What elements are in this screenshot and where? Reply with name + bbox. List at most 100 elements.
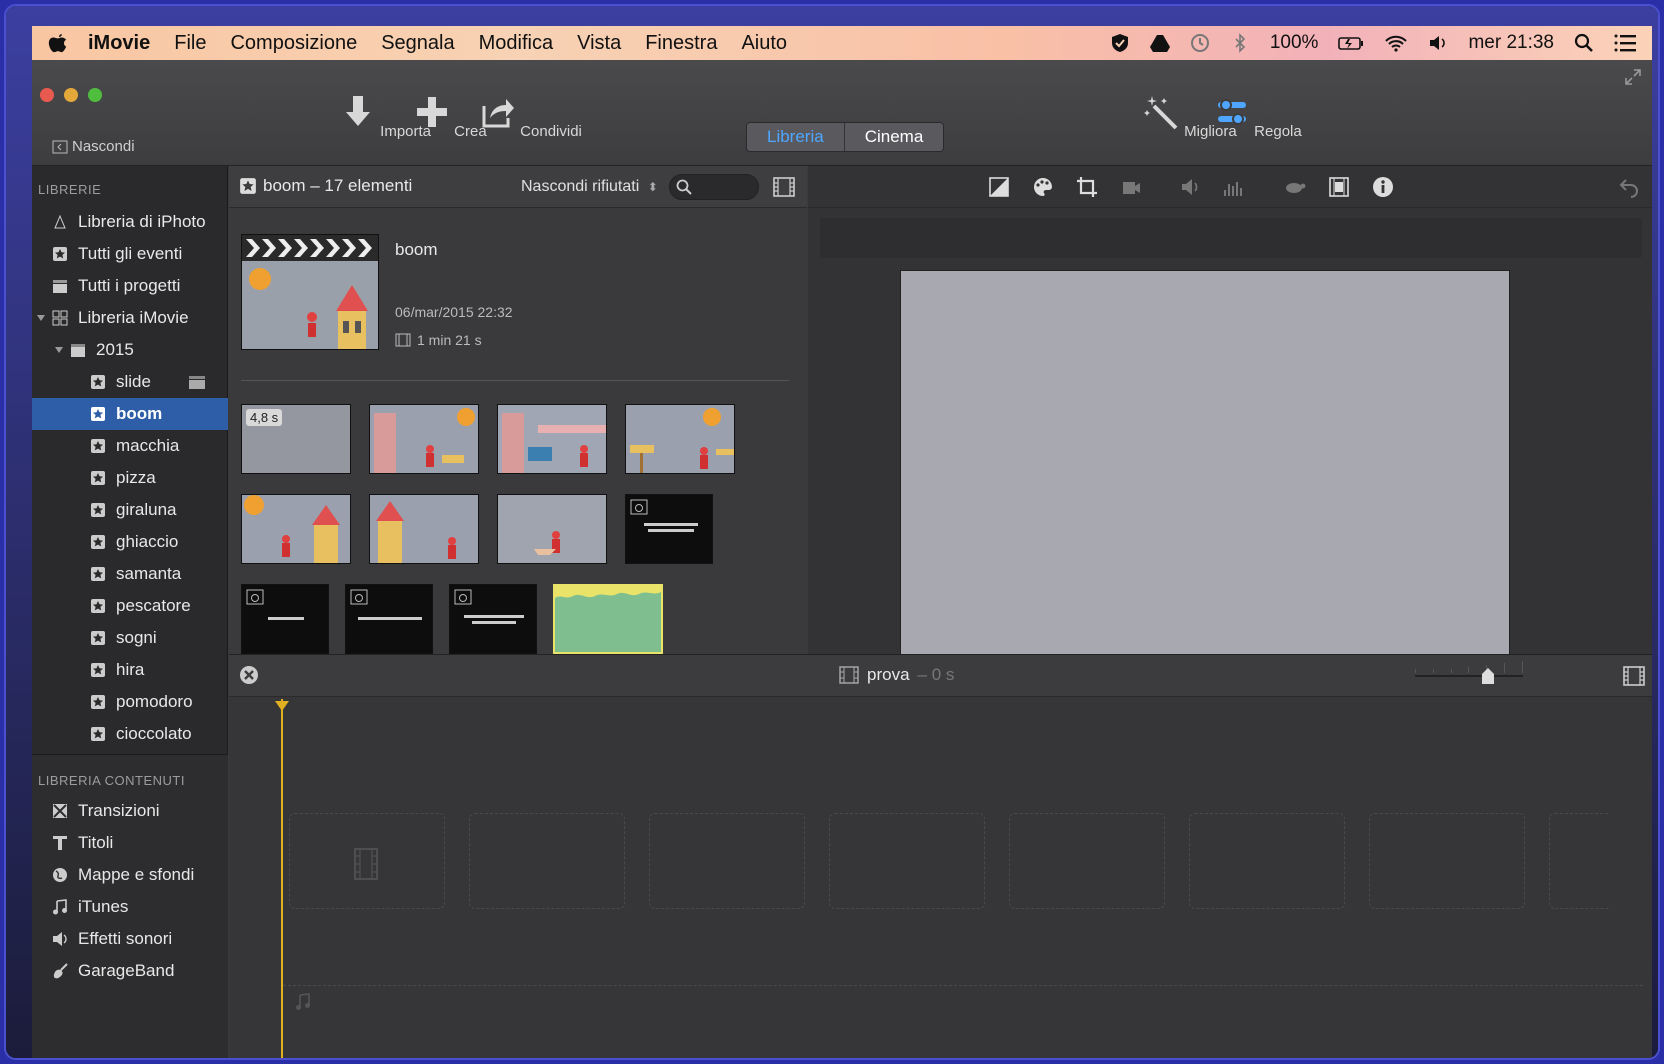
clip-thumbnail-selected[interactable]	[553, 584, 663, 654]
sidebar-item-slide[interactable]: slide	[32, 366, 228, 398]
caption-line	[644, 523, 698, 526]
zoom-slider-knob[interactable]	[1481, 667, 1495, 685]
volume-icon[interactable]	[1428, 33, 1448, 53]
menubar: iMovie File Composizione Segnala Modific…	[32, 26, 1652, 60]
sidebar-item-label: pomodoro	[116, 692, 193, 711]
clip-filter-icon[interactable]	[1328, 176, 1350, 198]
event-name: boom	[395, 240, 438, 259]
sidebar-item-macchia[interactable]: macchia	[32, 430, 228, 462]
sidebar-item-hira[interactable]: hira	[32, 654, 228, 686]
menu-finestra[interactable]: Finestra	[645, 32, 717, 55]
project-timeline: prova – 0 s	[229, 654, 1652, 1058]
timeline-appearance-icon[interactable]	[1623, 666, 1645, 686]
sidebar-item-imovie-library[interactable]: Libreria iMovie	[32, 302, 228, 334]
sidebar-item-maps[interactable]: Mappe e sfondi	[32, 859, 228, 891]
color-balance-icon[interactable]	[988, 176, 1010, 198]
plus-icon	[417, 97, 447, 127]
wifi-icon[interactable]	[1384, 33, 1408, 53]
notification-center-icon[interactable]	[1614, 33, 1636, 53]
disclosure-down-icon[interactable]	[36, 313, 46, 323]
sidebar-item-label: cioccolato	[116, 724, 192, 743]
close-window-button[interactable]	[40, 88, 54, 102]
minimize-window-button[interactable]	[64, 88, 78, 102]
film-strip-icon	[354, 848, 378, 880]
sidebar-item-samanta[interactable]: samanta	[32, 558, 228, 590]
sidebar-item-all-events[interactable]: Tutti gli eventi	[32, 238, 228, 270]
sidebar-item-label: Libreria di iPhoto	[78, 212, 206, 231]
fullscreen-icon[interactable]	[1624, 68, 1642, 86]
battery-percent: 100%	[1269, 32, 1319, 53]
photo-thumbnail[interactable]	[625, 494, 713, 564]
adjust-button[interactable]: Regola	[1214, 94, 1302, 140]
event-poster-thumbnail[interactable]	[241, 234, 379, 350]
menu-composizione[interactable]: Composizione	[230, 32, 357, 55]
playhead[interactable]	[281, 699, 283, 1058]
sidebar-item-all-projects[interactable]: Tutti i progetti	[32, 270, 228, 302]
menu-modifica[interactable]: Modifica	[479, 32, 553, 55]
sidebar-item-sound-effects[interactable]: Effetti sonori	[32, 923, 228, 955]
create-button[interactable]: Crea	[414, 94, 487, 140]
sidebar-item-ghiaccio[interactable]: ghiaccio	[32, 526, 228, 558]
menubar-clock[interactable]: mer 21:38	[1468, 32, 1554, 54]
info-icon[interactable]	[1372, 176, 1394, 198]
sidebar-item-pomodoro[interactable]: pomodoro	[32, 686, 228, 718]
camera-icon	[454, 589, 472, 605]
segment-library[interactable]: Libreria	[747, 123, 844, 151]
zoom-window-button[interactable]	[88, 88, 102, 102]
sidebar-item-2015[interactable]: 2015	[32, 334, 228, 366]
clip-thumbnail[interactable]	[497, 404, 607, 474]
clip-drawing	[244, 495, 340, 563]
menu-file[interactable]: File	[174, 32, 206, 55]
menu-aiuto[interactable]: Aiuto	[741, 32, 787, 55]
clip-thumbnail[interactable]	[241, 494, 351, 564]
clip-thumbnail[interactable]	[369, 494, 479, 564]
clip-appearance-icon[interactable]	[773, 177, 795, 197]
photo-thumbnail[interactable]	[241, 584, 329, 654]
photo-thumbnail[interactable]	[449, 584, 537, 654]
clip-thumbnail[interactable]	[497, 494, 607, 564]
photo-thumbnail[interactable]	[345, 584, 433, 654]
share-icon	[482, 99, 514, 128]
sidebar-item-iphoto[interactable]: Libreria di iPhoto	[32, 206, 228, 238]
event-poster-drawing	[242, 235, 378, 349]
close-project-icon[interactable]	[239, 665, 259, 685]
clip-thumbnail[interactable]	[369, 404, 479, 474]
sidebar-item-titles[interactable]: Titoli	[32, 827, 228, 859]
sidebar-item-cioccolato[interactable]: cioccolato	[32, 718, 228, 750]
security-badge-icon[interactable]	[1110, 33, 1130, 53]
share-button[interactable]: Condividi	[480, 94, 582, 140]
sidebar-item-label: giraluna	[116, 500, 177, 519]
menu-app[interactable]: iMovie	[88, 32, 150, 55]
hide-libraries-button[interactable]: Nascondi	[52, 138, 135, 155]
sidebar-item-boom[interactable]: boom	[32, 398, 228, 430]
sidebar-item-transitions[interactable]: Transizioni	[32, 795, 228, 827]
crop-icon[interactable]	[1076, 176, 1098, 198]
clip-thumbnail[interactable]	[625, 404, 735, 474]
zoom-slider-track[interactable]	[1415, 675, 1523, 677]
clip-thumbnail[interactable]: 4,8 s	[241, 404, 351, 474]
drive-icon[interactable]	[1149, 33, 1170, 53]
sidebar-item-giraluna[interactable]: giraluna	[32, 494, 228, 526]
bluetooth-icon[interactable]	[1230, 33, 1250, 53]
spotlight-search-icon[interactable]	[1574, 33, 1594, 53]
empty-clip-slot	[829, 813, 985, 909]
sidebar-item-pizza[interactable]: pizza	[32, 462, 228, 494]
sidebar-item-garageband[interactable]: GarageBand	[32, 955, 228, 987]
empty-clip-slot	[289, 813, 445, 909]
caption-line	[648, 529, 694, 532]
disclosure-down-icon[interactable]	[54, 345, 64, 355]
video-preview[interactable]	[900, 270, 1510, 658]
segment-theater[interactable]: Cinema	[843, 123, 944, 151]
menu-segnala[interactable]: Segnala	[381, 32, 454, 55]
filter-popup[interactable]: Nascondi rifiutati ⬍	[521, 178, 658, 196]
sidebar-item-itunes[interactable]: iTunes	[32, 891, 228, 923]
color-palette-icon[interactable]	[1032, 176, 1054, 198]
sidebar-item-pescatore[interactable]: pescatore	[32, 590, 228, 622]
sidebar-item-sogni[interactable]: sogni	[32, 622, 228, 654]
battery-icon[interactable]	[1338, 33, 1364, 53]
browser-search-input[interactable]	[669, 174, 759, 200]
time-machine-icon[interactable]	[1190, 33, 1210, 53]
apple-menu-icon[interactable]	[48, 32, 68, 54]
library-grid-icon	[52, 310, 68, 326]
menu-vista[interactable]: Vista	[577, 32, 621, 55]
